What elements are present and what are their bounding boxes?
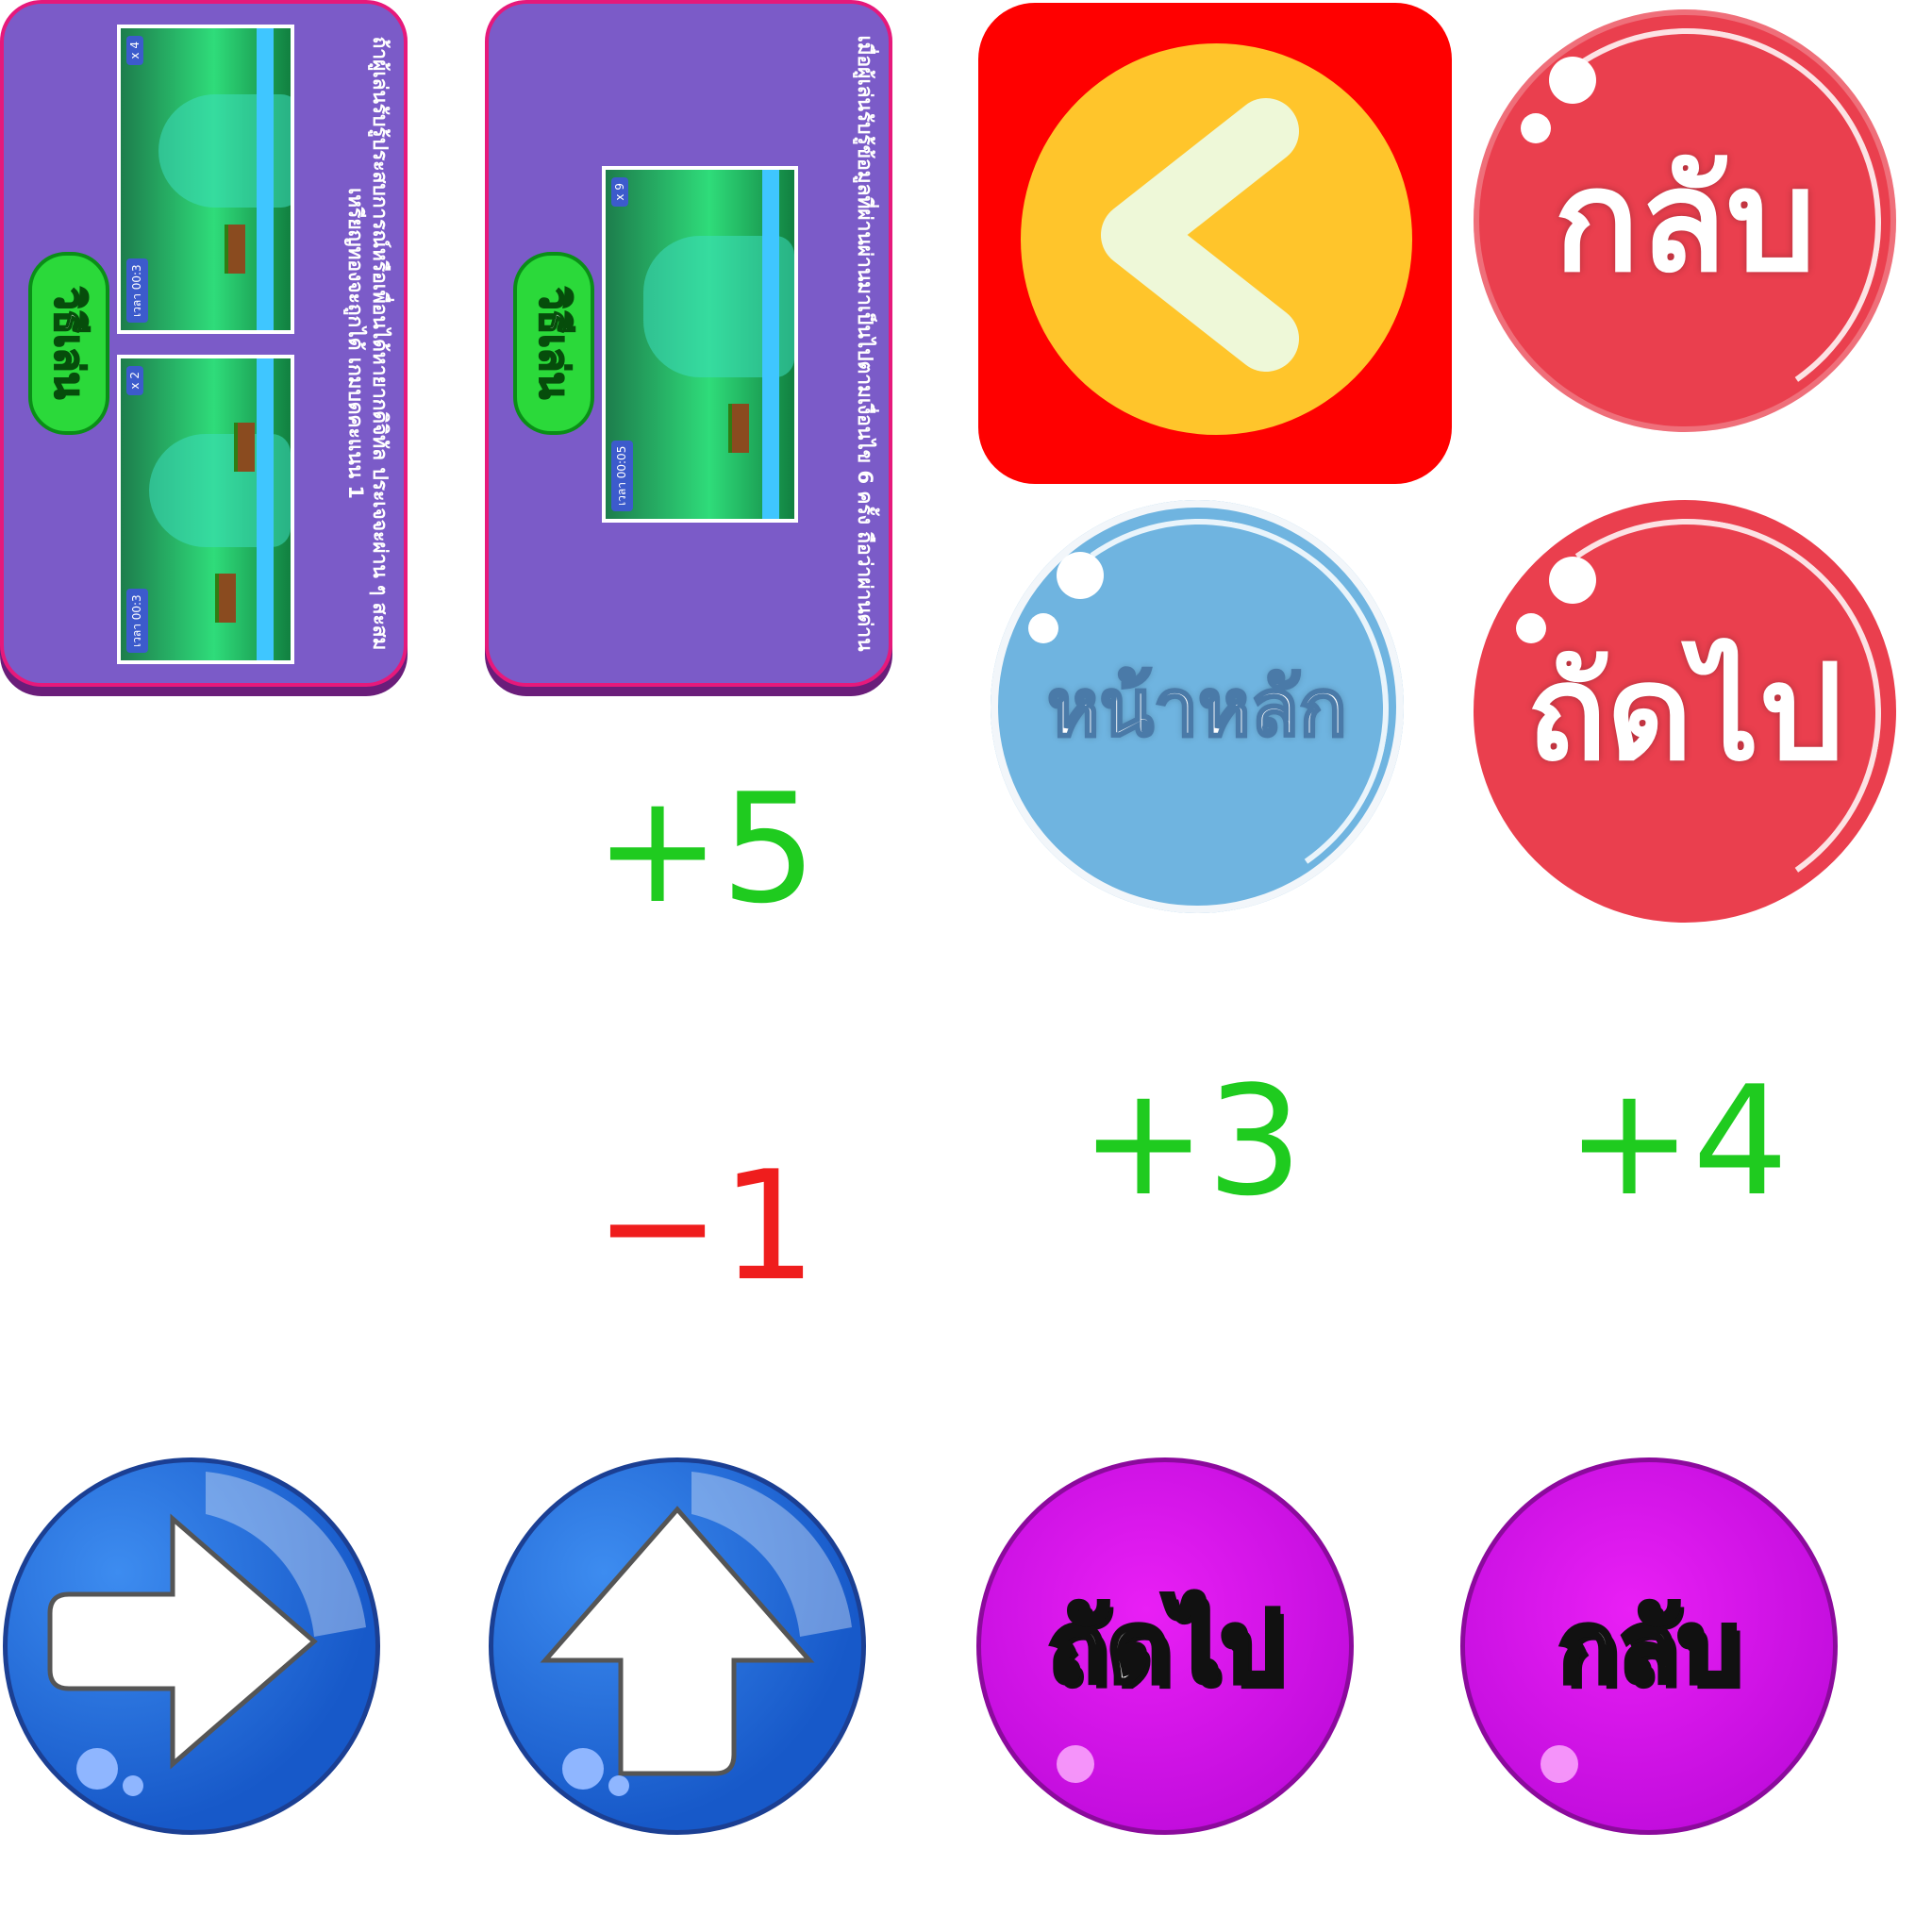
water [257,28,274,330]
coin-counter: x 2 [126,366,143,395]
arrow-up-button[interactable] [489,1457,866,1835]
water [257,358,274,660]
how-to-play-button[interactable]: วิธีเล่น [28,251,109,436]
next-button-red[interactable]: ถัดไป [1461,488,1912,939]
time-counter: เวลา 00:3 [126,258,148,323]
platform [225,225,245,274]
coin-counter: x 9 [611,177,628,207]
next-button-purple[interactable]: ถัดไป [976,1457,1354,1835]
home-button-blue[interactable]: หน้าหลัก [979,489,1419,928]
platform [728,404,749,453]
back-label: กลับ [1556,1587,1742,1707]
next-label: ถัดไป [1045,1587,1285,1707]
score-plus-3: +3 [1080,1053,1303,1229]
back-button-purple[interactable]: กลับ [1460,1457,1838,1835]
score-plus-4: +4 [1566,1053,1789,1229]
back-button-red[interactable]: กลับ [1461,0,1912,448]
instruction-text: ถ้าผู้เล่นรับรู้ประสบการณ์หรือเพื่อนได้ห… [344,36,391,651]
arrow-right-icon [47,1472,366,1796]
bubble-highlight [1057,1745,1094,1783]
time-counter: เวลา 00:05 [611,440,633,511]
coin-counter: x 4 [126,36,143,65]
score-plus-5: +5 [594,760,817,937]
score-minus-1: −1 [594,1138,817,1314]
chevron-left-icon [1101,98,1299,372]
game-screenshot-2: เวลา 00:3 x 4 [117,25,294,334]
platform [234,423,255,472]
bubble-highlight [1541,1745,1578,1783]
instruction-card-1: วิธีเล่น เวลา 00:3 x 2 เวลา 00:3 x 4 ถ้า… [0,0,408,687]
ghost-sprite [158,94,294,208]
arrow-right-button[interactable] [3,1457,380,1835]
water [762,170,779,519]
instruction-text: เมื่อผู้เล่นรับรู้ข้อมูลที่ผ่านผ่านมาเป็… [854,35,876,652]
arrow-up-icon [540,1472,852,1796]
instruction-card-2: วิธีเล่น เวลา 00:05 x 9 เมื่อผู้เล่นรับร… [485,0,892,687]
back-square-button[interactable] [978,3,1452,484]
game-screenshot-1: เวลา 00:3 x 2 [117,355,294,664]
how-to-play-button[interactable]: วิธีเล่น [513,251,594,436]
home-label: หน้าหลัก [1046,660,1349,756]
next-label: ถัดไป [1526,636,1843,791]
time-counter: เวลา 00:3 [126,589,148,653]
platform [215,574,236,623]
back-label: กลับ [1554,140,1816,304]
game-screenshot-3: เวลา 00:05 x 9 [602,166,798,523]
